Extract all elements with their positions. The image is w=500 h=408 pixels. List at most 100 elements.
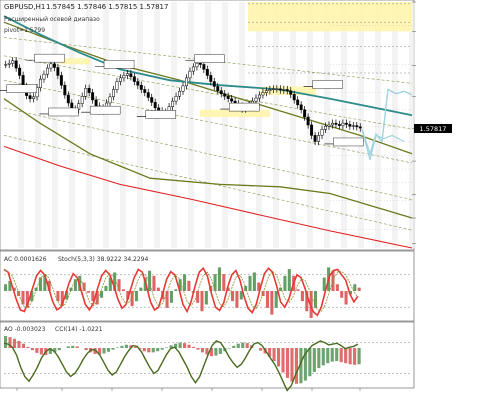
candle-body bbox=[324, 125, 327, 130]
candle-body bbox=[223, 93, 227, 97]
candle-body bbox=[18, 67, 22, 76]
price-marker-box bbox=[48, 107, 79, 117]
ao-bar bbox=[308, 348, 312, 377]
candle-body bbox=[59, 75, 63, 86]
candle-body bbox=[209, 75, 213, 82]
session-stripe bbox=[392, 2, 398, 248]
ao-bar bbox=[191, 346, 196, 348]
ac-bar bbox=[86, 291, 91, 293]
candle-body bbox=[63, 84, 67, 96]
stoch-label: Stoch(5,3,3) 38.9222 34.2294 bbox=[58, 256, 149, 263]
session-stripe bbox=[69, 2, 75, 248]
ac-bar bbox=[174, 289, 178, 291]
candle-body bbox=[351, 125, 355, 127]
ac-bar bbox=[222, 274, 226, 291]
ao-bar bbox=[276, 348, 281, 367]
ao-bar bbox=[142, 348, 146, 352]
candle-body bbox=[14, 60, 18, 69]
ao-bar bbox=[102, 348, 106, 354]
ao-bar bbox=[30, 348, 34, 351]
forex-chart[interactable]: GBPUSD,H1 1.57845 1.57846 1.57815 1.5781… bbox=[0, 0, 500, 408]
candle-body bbox=[306, 116, 310, 126]
candle-body bbox=[52, 63, 56, 68]
price-marker-box bbox=[89, 105, 121, 115]
ac-bar bbox=[169, 291, 173, 303]
ao-bar bbox=[317, 348, 321, 369]
ao-bar bbox=[4, 336, 8, 348]
ac-bar bbox=[21, 291, 25, 305]
fib-zone-top bbox=[248, 2, 412, 32]
candle-body bbox=[219, 90, 223, 95]
indicator-label: Расширенный осевой диапазо bbox=[4, 16, 100, 23]
ac-bar bbox=[283, 275, 287, 291]
candle-body bbox=[212, 81, 216, 87]
price-marker-box bbox=[145, 110, 176, 119]
candle-body bbox=[188, 70, 192, 79]
ac-bar bbox=[357, 287, 361, 291]
price-marker-box bbox=[194, 54, 225, 63]
ao-bar bbox=[200, 348, 205, 353]
session-stripe bbox=[103, 2, 109, 248]
ac-bar bbox=[134, 291, 139, 302]
candle-body bbox=[39, 78, 42, 88]
session-stripe bbox=[188, 2, 194, 248]
ac-bar bbox=[265, 291, 270, 308]
ac-bar bbox=[274, 291, 278, 308]
ao-bar bbox=[106, 348, 111, 352]
candle-body bbox=[320, 129, 324, 136]
session-stripe bbox=[35, 2, 41, 248]
ao-bar bbox=[178, 342, 182, 348]
ao-bar bbox=[214, 348, 218, 356]
symbol-label: GBPUSD,H1 bbox=[4, 3, 45, 11]
candle-body bbox=[195, 62, 199, 68]
ac-bar bbox=[235, 291, 239, 308]
candle-body bbox=[112, 89, 115, 98]
candle-body bbox=[257, 94, 261, 99]
candle-body bbox=[278, 88, 282, 91]
ac-bar bbox=[104, 285, 108, 291]
ao-bar bbox=[115, 347, 120, 348]
session-stripe bbox=[256, 2, 262, 248]
candle-body bbox=[268, 89, 272, 91]
ac-bar bbox=[187, 280, 191, 291]
ao-bar bbox=[281, 348, 285, 373]
ao-bar bbox=[259, 348, 263, 351]
ac-label: AC 0.0001626 bbox=[4, 256, 47, 263]
ao-bar bbox=[35, 348, 39, 353]
candle-body bbox=[271, 88, 275, 90]
candle-body bbox=[341, 122, 345, 126]
ao-bar bbox=[165, 347, 169, 348]
ac-bar bbox=[152, 275, 156, 291]
candle-body bbox=[87, 88, 91, 93]
candle-body bbox=[282, 89, 286, 91]
ao-bar bbox=[232, 345, 236, 348]
ac-bar bbox=[217, 267, 221, 291]
ohlc-label: 1.57845 1.57846 1.57815 1.57817 bbox=[46, 3, 168, 11]
candle-body bbox=[171, 100, 175, 107]
candle-body bbox=[91, 92, 95, 101]
ac-bar bbox=[340, 291, 344, 298]
ao-bar bbox=[241, 342, 245, 348]
ao-bar bbox=[312, 348, 316, 372]
candle-body bbox=[296, 99, 300, 106]
ao-bar bbox=[227, 348, 231, 349]
candle-body bbox=[122, 75, 126, 79]
candle-body bbox=[317, 135, 321, 142]
candle-body bbox=[178, 91, 181, 97]
candle-body bbox=[337, 124, 341, 126]
candle-body bbox=[185, 77, 188, 87]
ao-bar bbox=[290, 348, 294, 382]
ac-bar bbox=[183, 274, 187, 291]
ac-bar bbox=[270, 291, 274, 315]
ao-bar bbox=[183, 343, 187, 348]
ao-bar bbox=[330, 348, 334, 362]
ao-bar bbox=[236, 343, 240, 348]
session-stripe bbox=[137, 2, 143, 248]
ao-bar bbox=[156, 348, 160, 352]
candle-body bbox=[32, 96, 36, 99]
ao-bar bbox=[335, 348, 339, 362]
candle-body bbox=[139, 84, 143, 90]
candle-body bbox=[216, 86, 220, 91]
session-stripe bbox=[154, 2, 160, 248]
session-stripe bbox=[205, 2, 211, 248]
